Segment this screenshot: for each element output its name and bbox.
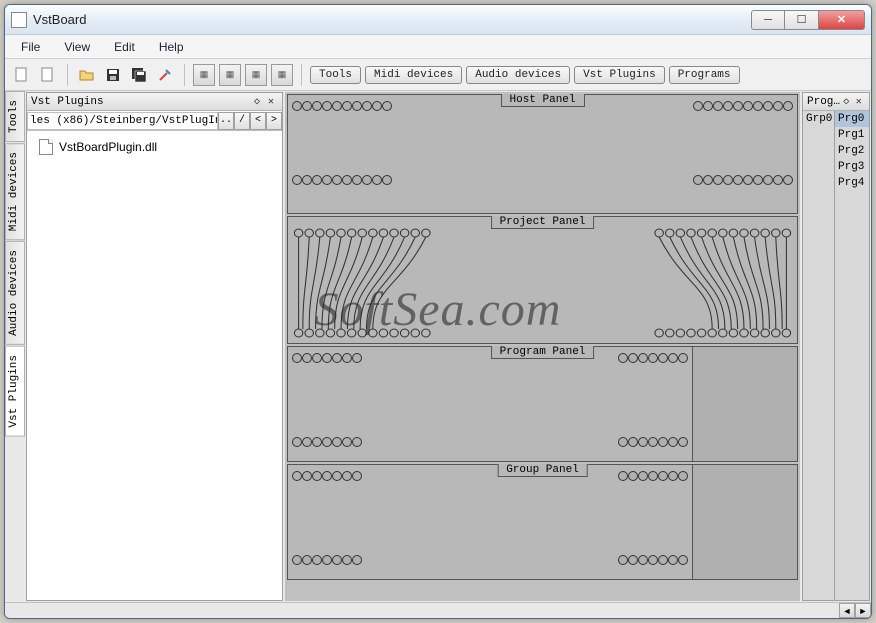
- program-side-slot[interactable]: [693, 347, 797, 461]
- menubar: File View Edit Help: [5, 35, 871, 59]
- save-all-button[interactable]: [128, 64, 150, 86]
- file-item[interactable]: VstBoardPlugin.dll: [35, 137, 274, 157]
- toolbar-separator: [301, 64, 302, 86]
- open-button[interactable]: [76, 64, 98, 86]
- toolbar-separator: [184, 64, 185, 86]
- jack-group[interactable]: [292, 437, 362, 447]
- program-item[interactable]: Prg1: [835, 127, 869, 143]
- file-icon: [39, 139, 53, 155]
- dock-vst-plugins: Vst Plugins ◇ ✕ les (x86)/Steinberg/VstP…: [26, 92, 283, 601]
- nav-up-button[interactable]: ..: [218, 112, 234, 130]
- save-button[interactable]: [102, 64, 124, 86]
- program-panel[interactable]: Program Panel: [287, 346, 798, 462]
- program-item[interactable]: Prg2: [835, 143, 869, 159]
- menu-edit[interactable]: Edit: [102, 37, 147, 57]
- canvas[interactable]: Host Panel: [285, 92, 800, 601]
- window-title: VstBoard: [33, 12, 751, 27]
- file-list[interactable]: VstBoardPlugin.dll: [27, 131, 282, 600]
- panel-title-program: Program Panel: [491, 346, 595, 359]
- app-icon: [11, 12, 27, 28]
- path-input[interactable]: les (x86)/Steinberg/VstPlugIns: [27, 112, 218, 130]
- jack-group[interactable]: [618, 555, 688, 565]
- side-tabs: Tools Midi devices Audio devices Vst Plu…: [5, 91, 25, 602]
- menu-file[interactable]: File: [9, 37, 52, 57]
- app-window: VstBoard ─ ☐ ✕ File View Edit Help: [4, 4, 872, 619]
- scroll-left-button[interactable]: ◄: [839, 603, 855, 618]
- dock-title: Vst Plugins: [31, 96, 250, 108]
- menu-view[interactable]: View: [52, 37, 102, 57]
- settings-button[interactable]: [154, 64, 176, 86]
- jack-group[interactable]: [292, 353, 362, 363]
- jack-group[interactable]: [693, 175, 793, 185]
- nav-next-button[interactable]: >: [266, 112, 282, 130]
- titlebar[interactable]: VstBoard ─ ☐ ✕: [5, 5, 871, 35]
- toolbar-tab-vst[interactable]: Vst Plugins: [574, 66, 665, 84]
- programs-column[interactable]: Prg0 Prg1 Prg2 Prg3 Prg4: [835, 111, 869, 600]
- jack-group[interactable]: [292, 175, 392, 185]
- side-tab-midi[interactable]: Midi devices: [5, 143, 25, 240]
- toolbar-tab-programs[interactable]: Programs: [669, 66, 740, 84]
- dock-header[interactable]: Vst Plugins ◇ ✕: [27, 93, 282, 111]
- jack-group[interactable]: [618, 437, 688, 447]
- bottom-scrollbar[interactable]: ◄ ►: [5, 602, 871, 618]
- toolbar: ▦ ▦ ▦ ▦ Tools Midi devices Audio devices…: [5, 59, 871, 91]
- jack-group[interactable]: [618, 353, 688, 363]
- dock-programs: Prog… ◇ ✕ Grp0 Prg0 Prg1 Prg2 Prg3 Prg4: [802, 92, 870, 601]
- toolbar-tab-audio[interactable]: Audio devices: [466, 66, 570, 84]
- dock-float-icon[interactable]: ◇: [840, 95, 852, 109]
- group-side-slot[interactable]: [693, 465, 797, 579]
- close-button[interactable]: ✕: [819, 10, 865, 30]
- dock-title: Prog…: [807, 96, 840, 108]
- nav-prev-button[interactable]: <: [250, 112, 266, 130]
- workspace: Tools Midi devices Audio devices Vst Plu…: [5, 91, 871, 602]
- side-tab-vst[interactable]: Vst Plugins: [5, 346, 25, 437]
- file-name: VstBoardPlugin.dll: [59, 140, 157, 154]
- path-navigator: les (x86)/Steinberg/VstPlugIns .. / < >: [27, 111, 282, 131]
- toggle-4[interactable]: ▦: [271, 64, 293, 86]
- panel-title-host: Host Panel: [500, 94, 584, 107]
- panel-title-group: Group Panel: [497, 464, 588, 477]
- maximize-button[interactable]: ☐: [785, 10, 819, 30]
- program-item[interactable]: Prg3: [835, 159, 869, 175]
- group-panel[interactable]: Group Panel: [287, 464, 798, 580]
- new-button[interactable]: [11, 64, 33, 86]
- side-tab-tools[interactable]: Tools: [5, 91, 25, 142]
- new-blank-button[interactable]: [37, 64, 59, 86]
- project-panel[interactable]: Project Panel: [287, 216, 798, 344]
- dock-header[interactable]: Prog… ◇ ✕: [803, 93, 869, 111]
- program-item[interactable]: Prg0: [835, 111, 869, 127]
- toggle-2[interactable]: ▦: [219, 64, 241, 86]
- jack-group[interactable]: [618, 471, 688, 481]
- dock-float-icon[interactable]: ◇: [250, 95, 264, 109]
- jack-group[interactable]: [693, 101, 793, 111]
- dock-close-icon[interactable]: ✕: [264, 95, 278, 109]
- toolbar-tab-midi[interactable]: Midi devices: [365, 66, 462, 84]
- dock-close-icon[interactable]: ✕: [853, 95, 865, 109]
- nav-root-button[interactable]: /: [234, 112, 250, 130]
- groups-column[interactable]: Grp0: [803, 111, 835, 600]
- toolbar-tab-tools[interactable]: Tools: [310, 66, 361, 84]
- side-tab-audio[interactable]: Audio devices: [5, 241, 25, 345]
- host-panel[interactable]: Host Panel: [287, 94, 798, 214]
- jack-group[interactable]: [292, 101, 392, 111]
- jack-group[interactable]: [292, 471, 362, 481]
- toggle-1[interactable]: ▦: [193, 64, 215, 86]
- scroll-right-button[interactable]: ►: [855, 603, 871, 618]
- toggle-3[interactable]: ▦: [245, 64, 267, 86]
- menu-help[interactable]: Help: [147, 37, 196, 57]
- toolbar-separator: [67, 64, 68, 86]
- minimize-button[interactable]: ─: [751, 10, 785, 30]
- group-item[interactable]: Grp0: [803, 111, 834, 127]
- program-item[interactable]: Prg4: [835, 175, 869, 191]
- jack-group[interactable]: [292, 555, 362, 565]
